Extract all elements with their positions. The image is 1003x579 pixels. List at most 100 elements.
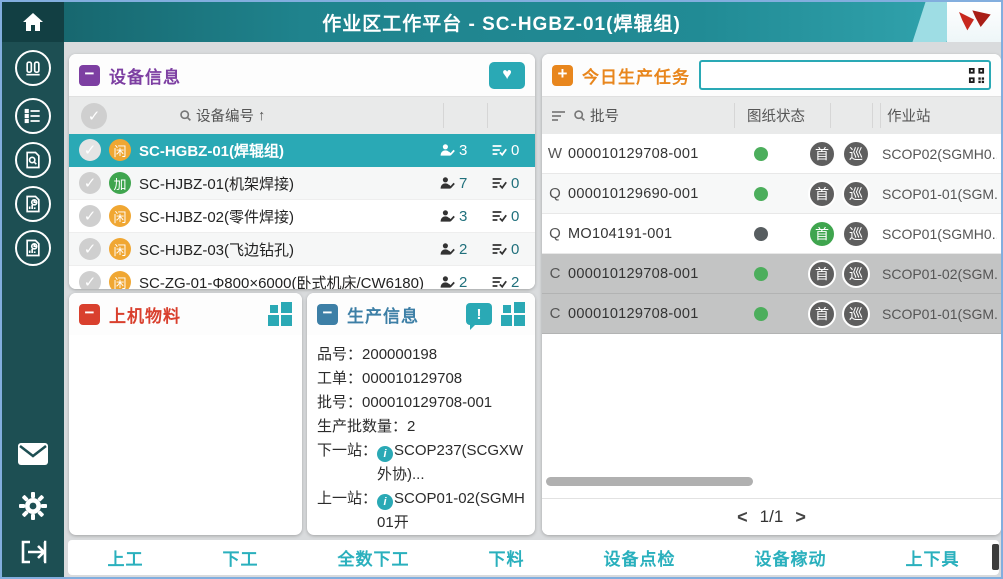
- station-column: 作业站: [887, 105, 931, 126]
- report-icon[interactable]: [15, 186, 51, 222]
- equipment-code-column[interactable]: 设备编号↑: [179, 105, 265, 126]
- prev-page-button[interactable]: <: [737, 507, 748, 528]
- collapse-icon[interactable]: [79, 304, 100, 325]
- task-type: C: [542, 265, 568, 282]
- qr-scan-icon[interactable]: [968, 67, 985, 84]
- task-count: 0: [511, 175, 525, 192]
- task-type: Q: [542, 225, 568, 242]
- people-count: 2: [459, 274, 473, 290]
- next-page-button[interactable]: >: [795, 507, 806, 528]
- patrol-inspect-badge[interactable]: 巡: [842, 140, 870, 168]
- equipment-panel: 设备信息 设备编号↑ 闲 SC-HGBZ-01(焊辊组): [69, 54, 535, 289]
- list-check-icon: [491, 176, 507, 190]
- field-label: 品号：: [317, 343, 362, 367]
- person-check-icon: [439, 143, 455, 157]
- row-check-icon[interactable]: [79, 172, 101, 194]
- person-check-icon: [439, 275, 455, 289]
- people-count: 7: [459, 175, 473, 192]
- equipment-table-header: 设备编号↑: [69, 96, 535, 134]
- grid-view-icon[interactable]: [268, 302, 292, 326]
- info-icon[interactable]: [377, 446, 393, 462]
- horizontal-scrollbar[interactable]: [546, 477, 753, 486]
- toolbar-button-equipment-utilization[interactable]: 设备稼动: [755, 545, 827, 570]
- home-button[interactable]: [2, 2, 64, 42]
- task-row[interactable]: C 000010129708-001 首 巡 SCOP01-02(SGM...: [542, 254, 1001, 294]
- collapse-icon[interactable]: [317, 304, 338, 325]
- equipment-row[interactable]: 闲 SC-HJBZ-02(零件焊接) 3 0: [69, 200, 535, 233]
- doc-search-icon[interactable]: [15, 142, 51, 178]
- checklist-icon[interactable]: [15, 98, 51, 134]
- toolbar-button-end-work[interactable]: 下工: [223, 545, 259, 570]
- task-station: SCOP01-02(SGM...: [882, 266, 997, 282]
- field-label: 生产批数量：: [317, 415, 407, 439]
- report-icon-2[interactable]: [15, 230, 51, 266]
- equipment-row[interactable]: 闲 SC-ZG-01-Φ800×6000(卧式机床/CW6180) 2 2: [69, 266, 535, 289]
- status-badge: 闲: [109, 205, 131, 227]
- task-row[interactable]: C 000010129708-001 首 巡 SCOP01-01(SGM...: [542, 294, 1001, 334]
- field-label: 上一站：: [317, 487, 377, 535]
- patrol-inspect-badge[interactable]: 巡: [842, 260, 870, 288]
- top-bar: 作业区工作平台 - SC-HGBZ-01(焊辊组): [2, 2, 1001, 42]
- favorite-button[interactable]: [489, 62, 525, 89]
- first-inspect-badge[interactable]: 首: [808, 220, 836, 248]
- production-panel: 生产信息 品号： 200000198 工单： 000010129708 批号： …: [307, 293, 535, 535]
- task-row[interactable]: Q MO104191-001 首 巡 SCOP01(SGMH0...: [542, 214, 1001, 254]
- drawing-status-column: 图纸状态: [747, 105, 805, 126]
- row-check-icon[interactable]: [79, 271, 101, 289]
- field-value: 000010129708-001: [362, 391, 525, 415]
- pagination: < 1/1 >: [542, 498, 1001, 535]
- field-label: 批号：: [317, 391, 362, 415]
- toolbar-button-tooling[interactable]: 上下具: [906, 545, 960, 570]
- info-icon[interactable]: [377, 494, 393, 510]
- equipment-row[interactable]: 闲 SC-HGBZ-01(焊辊组) 3 0: [69, 134, 535, 167]
- expand-icon[interactable]: [552, 65, 573, 86]
- field-item: 下一站： SCOP237(SCGXW外协)...: [317, 439, 525, 487]
- person-check-icon: [439, 176, 455, 190]
- message-alert-icon[interactable]: [466, 303, 492, 325]
- patrol-inspect-badge[interactable]: 巡: [842, 300, 870, 328]
- task-search-input[interactable]: [705, 67, 968, 83]
- patrol-inspect-badge[interactable]: 巡: [842, 180, 870, 208]
- row-check-icon[interactable]: [79, 238, 101, 260]
- select-all-check-icon[interactable]: [81, 103, 107, 129]
- machines-icon[interactable]: [15, 50, 51, 86]
- task-search-box[interactable]: [699, 60, 991, 90]
- filter-sort-icon[interactable]: [552, 111, 565, 121]
- row-check-icon[interactable]: [79, 205, 101, 227]
- toolbar-button-unload[interactable]: 下料: [489, 545, 525, 570]
- toolbar-button-equipment-check[interactable]: 设备点检: [604, 545, 676, 570]
- home-icon: [21, 10, 45, 34]
- people-count: 3: [459, 142, 473, 159]
- toolbar-edge-handle[interactable]: [992, 544, 999, 570]
- first-inspect-badge[interactable]: 首: [808, 180, 836, 208]
- task-row[interactable]: Q 000010129690-001 首 巡 SCOP01-01(SGM...: [542, 174, 1001, 214]
- sidebar: [2, 42, 64, 579]
- gear-icon[interactable]: [17, 490, 49, 522]
- logout-icon[interactable]: [18, 537, 48, 567]
- collapse-icon[interactable]: [79, 65, 100, 86]
- batch-column[interactable]: 批号: [573, 105, 619, 126]
- tasks-panel-title: 今日生产任务: [582, 63, 690, 88]
- equipment-row[interactable]: 闲 SC-HJBZ-03(飞边钻孔) 2 0: [69, 233, 535, 266]
- patrol-inspect-badge[interactable]: 巡: [842, 220, 870, 248]
- search-icon: [573, 109, 586, 122]
- task-row[interactable]: W 000010129708-001 首 巡 SCOP02(SGMH0...: [542, 134, 1001, 174]
- toolbar-button-all-end-work[interactable]: 全数下工: [338, 545, 410, 570]
- row-check-icon[interactable]: [79, 139, 101, 161]
- grid-view-icon[interactable]: [501, 302, 525, 326]
- first-inspect-badge[interactable]: 首: [808, 300, 836, 328]
- task-type: Q: [542, 185, 568, 202]
- person-check-icon: [439, 242, 455, 256]
- equipment-name: SC-HJBZ-02(零件焊接): [139, 206, 431, 227]
- task-batch: 000010129708-001: [568, 146, 740, 162]
- equipment-row[interactable]: 加 SC-HJBZ-01(机架焊接) 7 0: [69, 167, 535, 200]
- materials-empty-body: [69, 335, 302, 535]
- first-inspect-badge[interactable]: 首: [808, 260, 836, 288]
- field-item: 批号： 000010129708-001: [317, 391, 525, 415]
- toolbar-button-start-work[interactable]: 上工: [108, 545, 144, 570]
- mail-icon[interactable]: [17, 442, 49, 466]
- list-check-icon: [491, 209, 507, 223]
- list-check-icon: [491, 275, 507, 289]
- first-inspect-badge[interactable]: 首: [808, 140, 836, 168]
- main-content: 设备信息 设备编号↑ 闲 SC-HGBZ-01(焊辊组): [64, 42, 1001, 577]
